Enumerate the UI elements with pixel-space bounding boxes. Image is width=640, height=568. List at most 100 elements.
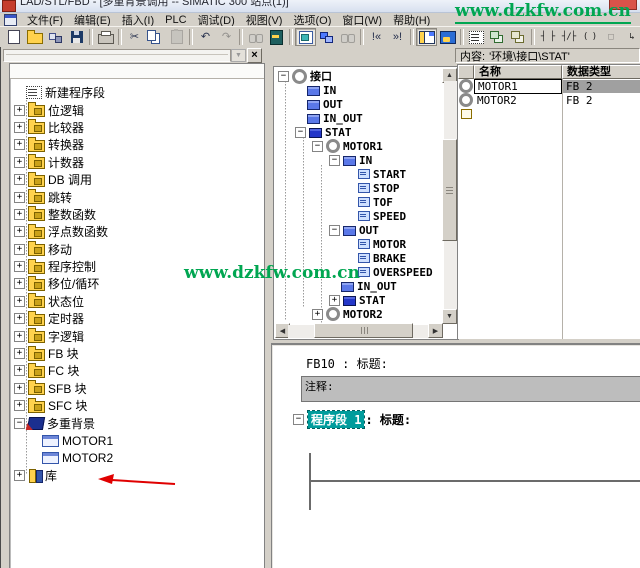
expand-box[interactable]: +: [14, 313, 25, 324]
ladder-editor[interactable]: FB10 : 标题: 注释: − 程序段 1 : 标题:: [271, 343, 640, 568]
name-cell[interactable]: MOTOR1: [474, 79, 562, 94]
expand-box[interactable]: +: [312, 309, 323, 320]
combobox-dropdown-icon[interactable]: ▼: [231, 49, 246, 62]
catalog-combobox[interactable]: [3, 49, 231, 62]
copy-button[interactable]: [145, 28, 166, 46]
tree-item-STAT[interactable]: +STAT: [276, 293, 442, 307]
expand-box[interactable]: +: [14, 470, 25, 481]
tree-item-定时器[interactable]: +定时器: [12, 310, 263, 327]
print-button[interactable]: [95, 28, 116, 46]
expand-box[interactable]: +: [14, 122, 25, 133]
network-collapse-box[interactable]: −: [293, 414, 304, 425]
horizontal-scrollbar-thumb[interactable]: [314, 323, 413, 338]
tree-item-STAT[interactable]: −STAT: [276, 125, 442, 139]
catalog-close-button[interactable]: ×: [247, 48, 262, 63]
table-row[interactable]: [458, 107, 640, 121]
redo-button[interactable]: ↷: [216, 28, 237, 46]
view-overview-button[interactable]: [437, 28, 458, 46]
expand-box[interactable]: +: [14, 139, 25, 150]
scroll-right-button[interactable]: ▶: [428, 323, 443, 338]
contact-no-button[interactable]: ┤ ├: [537, 28, 558, 46]
tree-item-浮点数函数[interactable]: +浮点数函数: [12, 223, 263, 240]
tree-item-OUT[interactable]: −OUT: [276, 223, 442, 237]
tree-item-新建程序段[interactable]: 新建程序段: [12, 84, 263, 101]
menu-item[interactable]: PLC: [164, 14, 187, 26]
expand-box[interactable]: +: [14, 105, 25, 116]
child-window-icon[interactable]: [4, 14, 17, 26]
tree-item-IN_OUT[interactable]: IN_OUT: [276, 111, 442, 125]
contact-nc-button[interactable]: ┤/├: [558, 28, 579, 46]
collapse-box[interactable]: −: [312, 141, 323, 152]
open-button[interactable]: [24, 28, 45, 46]
tree-item-MOTOR2[interactable]: MOTOR2: [12, 449, 263, 466]
paste-button[interactable]: [166, 28, 187, 46]
tree-item-移动[interactable]: +移动: [12, 241, 263, 258]
tree-item-FC 块[interactable]: +FC 块: [12, 362, 263, 379]
tree-item-MOTOR2[interactable]: +MOTOR2: [276, 307, 442, 321]
expand-box[interactable]: +: [14, 226, 25, 237]
tree-item-IN[interactable]: −IN: [276, 153, 442, 167]
tree-item-MOTOR1[interactable]: MOTOR1: [12, 432, 263, 449]
tree-item-SPEED[interactable]: SPEED: [276, 209, 442, 223]
tree-item-转换器[interactable]: +转换器: [12, 136, 263, 153]
tree-item-SFB 块[interactable]: +SFB 块: [12, 380, 263, 397]
expand-box[interactable]: +: [14, 209, 25, 220]
tree-item-MOTOR1[interactable]: −MOTOR1: [276, 139, 442, 153]
new-button[interactable]: [3, 28, 24, 46]
tree-item-SFC 块[interactable]: +SFC 块: [12, 397, 263, 414]
scroll-down-button[interactable]: ▼: [442, 309, 457, 324]
tree-item-跳转[interactable]: +跳转: [12, 188, 263, 205]
expand-box[interactable]: +: [14, 383, 25, 394]
expand-box[interactable]: +: [14, 331, 25, 342]
tree-item-STOP[interactable]: STOP: [276, 181, 442, 195]
tree-item-接口[interactable]: −接口: [276, 69, 442, 83]
tree-item-位逻辑[interactable]: +位逻辑: [12, 101, 263, 118]
data-type-cell[interactable]: FB 2: [562, 80, 640, 93]
tree-item-字逻辑[interactable]: +字逻辑: [12, 327, 263, 344]
network-title-selected[interactable]: 程序段 1: [308, 411, 364, 428]
tree-item-比较器[interactable]: +比较器: [12, 119, 263, 136]
cut-button[interactable]: ✂: [124, 28, 145, 46]
expand-box[interactable]: +: [14, 244, 25, 255]
name-cell[interactable]: MOTOR2: [474, 94, 562, 107]
tree-item-MOTOR[interactable]: MOTOR: [276, 237, 442, 251]
tree-item-DB 调用[interactable]: +DB 调用: [12, 171, 263, 188]
data-type-cell[interactable]: FB 2: [562, 94, 640, 107]
catalog-toggle-button[interactable]: [295, 28, 316, 46]
collapse-box[interactable]: −: [278, 71, 289, 82]
monitor-button[interactable]: [337, 28, 358, 46]
collapse-box[interactable]: −: [329, 155, 340, 166]
find-button[interactable]: [245, 28, 266, 46]
expand-box[interactable]: +: [14, 365, 25, 376]
coil-button[interactable]: ( ): [579, 28, 600, 46]
goto-next-error-button[interactable]: »!: [387, 28, 408, 46]
tree-item-IN[interactable]: IN: [276, 83, 442, 97]
expand-box[interactable]: +: [14, 261, 25, 272]
undo-button[interactable]: ↶: [195, 28, 216, 46]
block-comment-box[interactable]: 注释:: [301, 376, 640, 402]
open-branch-button[interactable]: ↳: [621, 28, 640, 46]
empty-box-button[interactable]: □: [600, 28, 621, 46]
tree-item-OUT[interactable]: OUT: [276, 97, 442, 111]
download-button[interactable]: [266, 28, 287, 46]
tree-item-多重背景[interactable]: −多重背景: [12, 414, 263, 431]
save-button[interactable]: [66, 28, 87, 46]
tree-item-TOF[interactable]: TOF: [276, 195, 442, 209]
goto-prev-error-button[interactable]: !«: [366, 28, 387, 46]
program-elements-button[interactable]: [487, 28, 508, 46]
network-connection-button[interactable]: [316, 28, 337, 46]
tree-item-START[interactable]: START: [276, 167, 442, 181]
new-network-button[interactable]: [466, 28, 487, 46]
expand-box[interactable]: +: [14, 400, 25, 411]
expand-box[interactable]: +: [14, 157, 25, 168]
expand-box[interactable]: +: [329, 295, 340, 306]
tree-item-FB 块[interactable]: +FB 块: [12, 345, 263, 362]
expand-box[interactable]: +: [14, 174, 25, 185]
tree-item-状态位[interactable]: +状态位: [12, 293, 263, 310]
collapse-box[interactable]: −: [295, 127, 306, 138]
accessible-nodes-button[interactable]: [45, 28, 66, 46]
collapse-box[interactable]: −: [14, 418, 25, 429]
expand-box[interactable]: +: [14, 192, 25, 203]
collapse-box[interactable]: −: [329, 225, 340, 236]
tree-item-整数函数[interactable]: +整数函数: [12, 206, 263, 223]
